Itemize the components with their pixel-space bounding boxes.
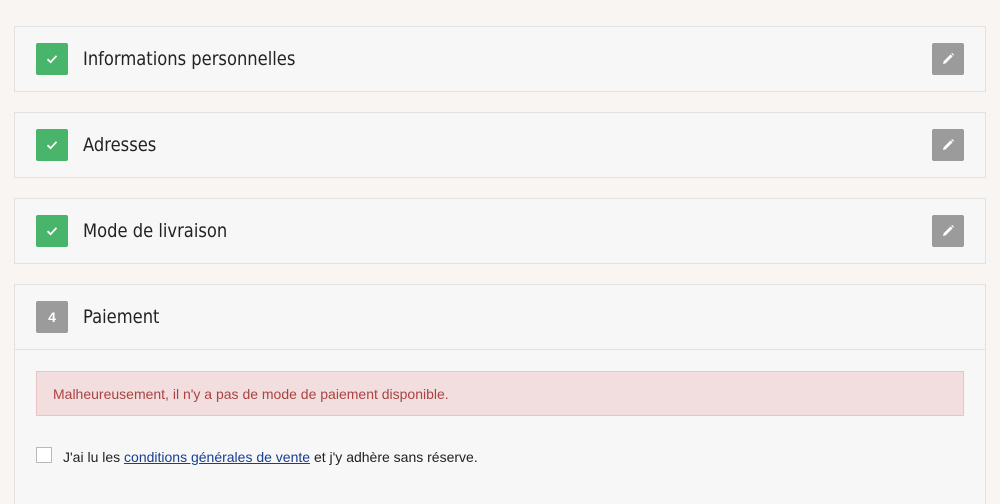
edit-personal-info-button[interactable] bbox=[932, 43, 964, 75]
step-title: Mode de livraison bbox=[83, 220, 228, 242]
terms-prefix: J'ai lu les bbox=[63, 449, 125, 465]
step-complete-badge bbox=[36, 129, 68, 161]
terms-label: J'ai lu les conditions générales de vent… bbox=[63, 449, 478, 465]
checkout-step-personal-info: Informations personnelles bbox=[14, 26, 986, 92]
pencil-icon bbox=[943, 224, 955, 236]
pencil-icon bbox=[943, 138, 955, 150]
step-title: Informations personnelles bbox=[83, 48, 296, 70]
check-icon bbox=[46, 55, 58, 64]
checkout-step-shipping: Mode de livraison bbox=[14, 198, 986, 264]
edit-shipping-button[interactable] bbox=[932, 215, 964, 247]
step-complete-badge bbox=[36, 43, 68, 75]
checkout-step-addresses: Adresses bbox=[14, 112, 986, 178]
terms-link[interactable]: conditions générales de vente bbox=[124, 449, 310, 465]
step-header[interactable]: Mode de livraison bbox=[15, 199, 985, 263]
check-icon bbox=[46, 141, 58, 150]
alert-text: Malheureusement, il n'y a pas de mode de… bbox=[53, 385, 449, 402]
terms-suffix: et j'y adhère sans réserve. bbox=[310, 449, 478, 465]
step-complete-badge bbox=[36, 215, 68, 247]
payment-body: Malheureusement, il n'y a pas de mode de… bbox=[15, 349, 985, 465]
checkout-step-payment: 4 Paiement Malheureusement, il n'y a pas… bbox=[14, 284, 986, 504]
terms-checkbox[interactable] bbox=[36, 447, 52, 463]
no-payment-alert: Malheureusement, il n'y a pas de mode de… bbox=[36, 371, 964, 416]
step-number-badge: 4 bbox=[36, 301, 68, 333]
step-header[interactable]: Adresses bbox=[15, 113, 985, 177]
check-icon bbox=[46, 227, 58, 236]
step-title: Adresses bbox=[83, 134, 157, 156]
step-header: 4 Paiement bbox=[15, 285, 985, 349]
step-title: Paiement bbox=[83, 306, 160, 328]
edit-addresses-button[interactable] bbox=[932, 129, 964, 161]
step-header[interactable]: Informations personnelles bbox=[15, 27, 985, 91]
pencil-icon bbox=[943, 52, 955, 64]
terms-row: J'ai lu les conditions générales de vent… bbox=[36, 447, 964, 465]
